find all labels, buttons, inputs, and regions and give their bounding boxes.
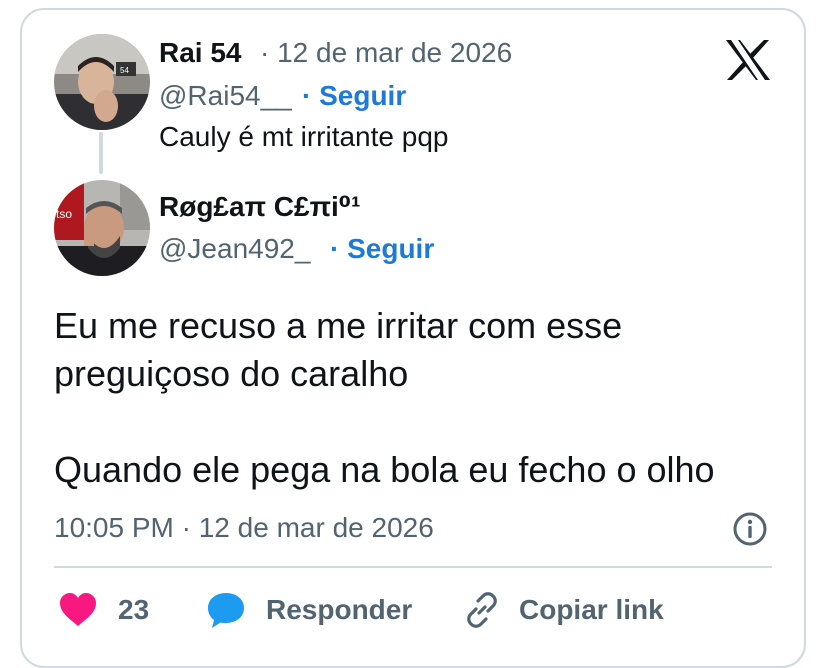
author-avatar[interactable]: tso — [54, 180, 150, 276]
actions-divider — [54, 566, 772, 568]
parent-date[interactable]: · 12 de mar de 2026 — [260, 37, 512, 69]
follow-button[interactable]: · Seguir — [330, 233, 434, 265]
tweet-timestamp[interactable]: 10:05 PM · 12 de mar de 2026 — [54, 512, 434, 544]
author-handle[interactable]: @Jean492_ — [159, 233, 310, 265]
x-logo-icon[interactable] — [724, 38, 772, 82]
parent-tweet-text: Cauly é mt irritante pqp — [159, 121, 449, 152]
link-icon[interactable] — [462, 590, 502, 630]
tweet-text-line-1: Eu me recuso a me irritar com esse — [54, 305, 623, 346]
tweet-text-line-2: preguiçoso do caralho — [54, 353, 409, 394]
author-name[interactable]: Røg£aπ C£πi⁰¹ — [159, 190, 360, 223]
heart-icon[interactable] — [58, 592, 98, 628]
like-count[interactable]: 23 — [118, 594, 149, 626]
reply-bubble-icon[interactable] — [206, 590, 246, 630]
parent-author-name[interactable]: Rai 54 — [159, 37, 242, 69]
parent-avatar[interactable]: 54 — [54, 34, 150, 130]
reply-button[interactable]: Responder — [266, 594, 412, 626]
parent-handle[interactable]: @Rai54__ — [159, 80, 292, 112]
svg-text:tso: tso — [56, 207, 72, 221]
copy-link-button[interactable]: Copiar link — [519, 594, 664, 626]
info-icon[interactable] — [732, 511, 768, 547]
svg-text:54: 54 — [120, 66, 129, 75]
tweet-text-line-3: Quando ele pega na bola eu fecho o olho — [54, 449, 715, 490]
thread-connector-line — [99, 132, 103, 174]
parent-follow-button[interactable]: · Seguir — [302, 80, 406, 112]
